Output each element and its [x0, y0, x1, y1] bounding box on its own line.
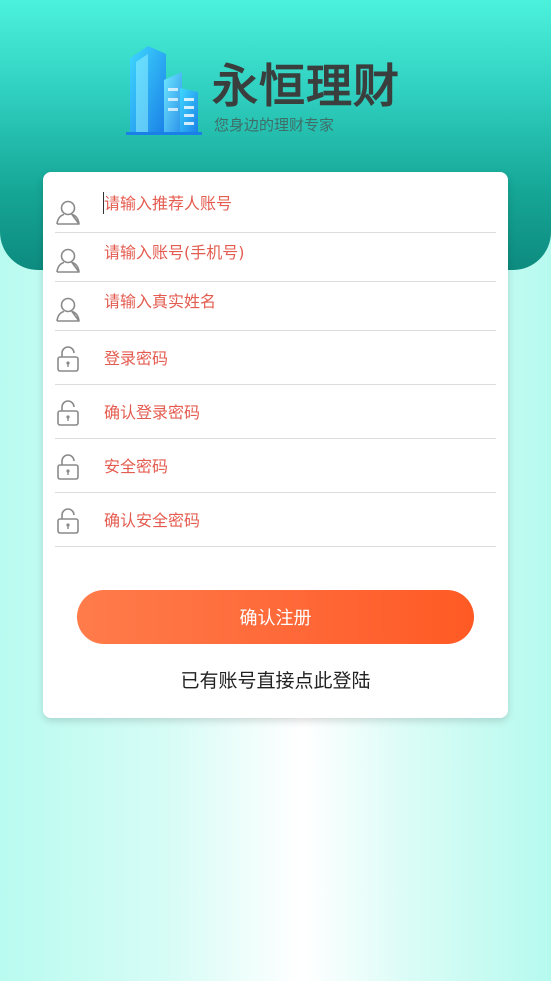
brand-logo: 永恒理财 您身边的理财专家 [126, 44, 426, 140]
confirm-register-button[interactable]: 确认注册 [77, 590, 474, 644]
real-name-field[interactable] [55, 282, 496, 331]
confirm-security-password-field[interactable] [55, 493, 496, 547]
security-password-field[interactable] [55, 439, 496, 493]
buildings-icon [126, 46, 202, 135]
lock-icon [57, 400, 79, 426]
login-link[interactable]: 已有账号直接点此登陆 [43, 666, 508, 693]
confirm-login-password-field[interactable] [55, 385, 496, 439]
account-phone-field[interactable] [55, 233, 496, 282]
user-icon [56, 248, 80, 273]
confirm-security-password-input[interactable] [104, 506, 484, 534]
brand-subtitle: 您身边的理财专家 [214, 116, 335, 134]
lock-icon [57, 454, 79, 480]
referrer-account-field[interactable] [55, 184, 496, 233]
confirm-login-password-input[interactable] [104, 398, 484, 426]
login-password-field[interactable] [55, 331, 496, 385]
brand-title: 永恒理财 [212, 59, 400, 113]
user-icon [56, 200, 80, 225]
security-password-input[interactable] [104, 452, 484, 480]
lock-icon [57, 346, 79, 372]
user-icon [56, 297, 80, 322]
account-phone-input[interactable] [104, 238, 484, 266]
real-name-input[interactable] [104, 287, 484, 315]
login-password-input[interactable] [104, 344, 484, 372]
lock-icon [57, 508, 79, 534]
register-card: 确认注册 已有账号直接点此登陆 [43, 172, 508, 718]
referrer-account-input[interactable] [104, 189, 484, 217]
